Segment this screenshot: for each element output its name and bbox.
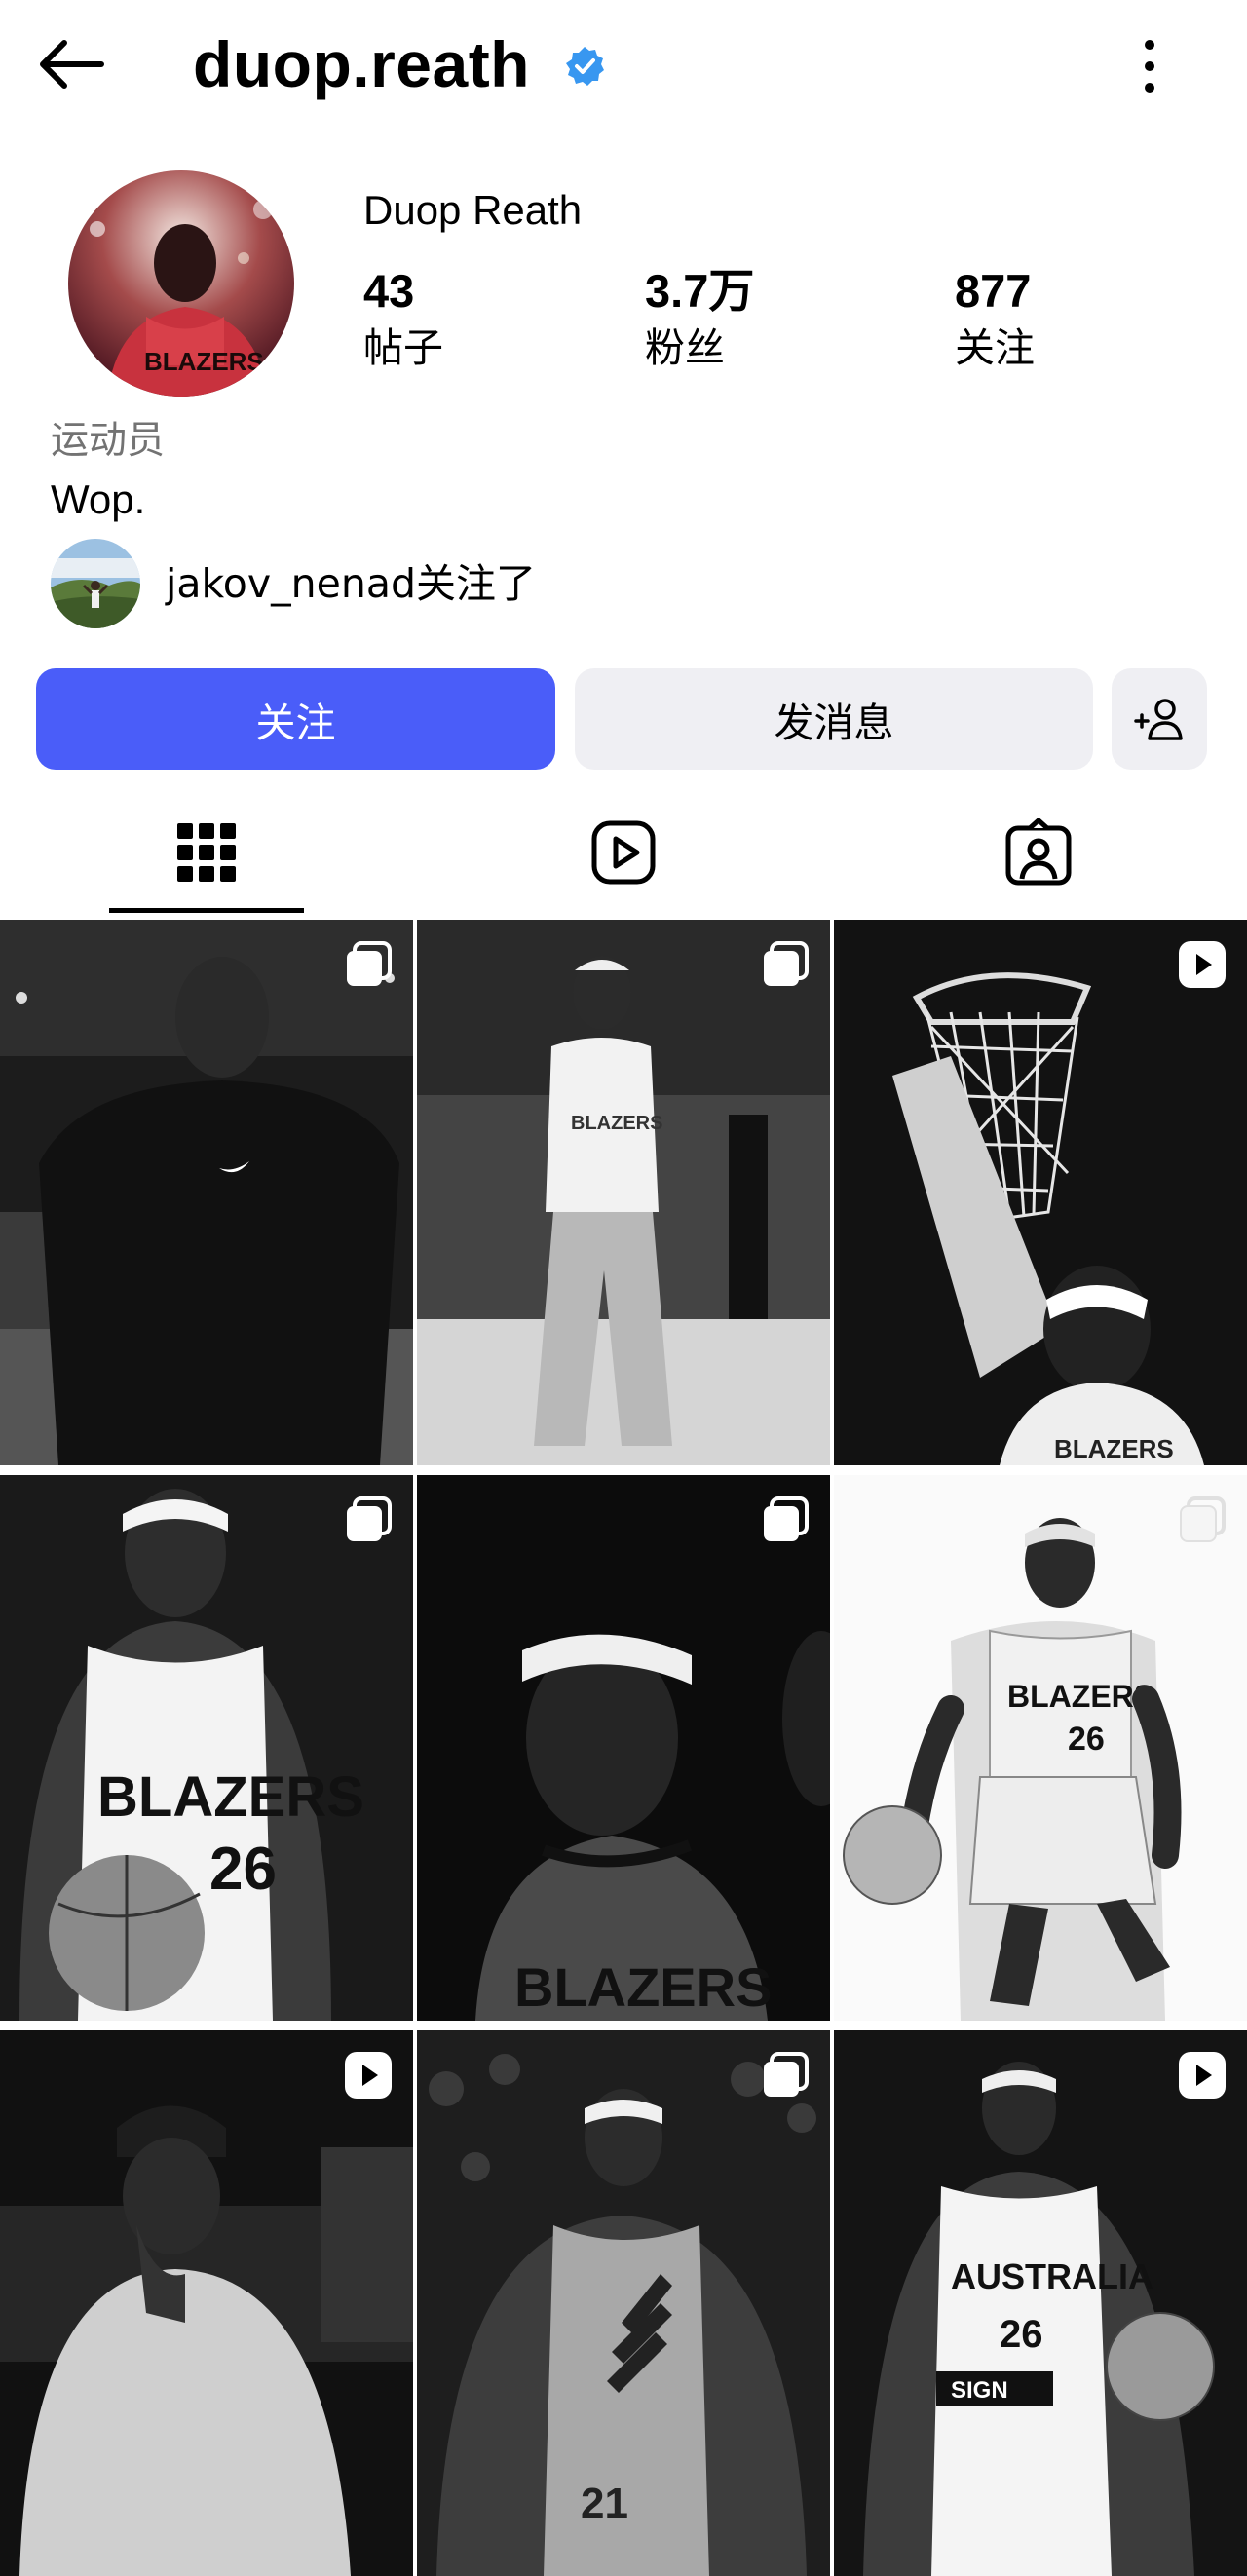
top-bar: duop.reath [0, 0, 1247, 132]
svg-text:BLAZERS: BLAZERS [97, 1765, 364, 1829]
svg-text:BLAZERS: BLAZERS [144, 347, 264, 376]
svg-text:BLAZERS: BLAZERS [514, 1956, 772, 2018]
stat-followers[interactable]: 3.7万 粉丝 [645, 263, 754, 374]
reels-icon [591, 820, 656, 885]
svg-text:21: 21 [581, 2480, 628, 2527]
svg-text:SIGN: SIGN [951, 2377, 1008, 2404]
post-tile[interactable] [0, 2030, 413, 2576]
reel-icon [1179, 941, 1226, 988]
post-tile[interactable]: BLAZERS 26 [0, 1475, 413, 2021]
message-button[interactable]: 发消息 [575, 668, 1093, 770]
profile-username: duop.reath [193, 28, 530, 100]
carousel-icon [347, 941, 392, 986]
svg-text:BLAZERS: BLAZERS [571, 1113, 662, 1134]
stat-followers-label: 粉丝 [645, 324, 725, 371]
suggest-people-button[interactable] [1112, 668, 1207, 770]
post-photo: 21 [417, 2030, 830, 2576]
post-tile[interactable]: BLAZERS 26 [834, 1475, 1247, 2021]
tagged-icon [1005, 818, 1072, 886]
tab-tagged[interactable] [941, 794, 1136, 911]
followed-by-row[interactable]: jakov_nenad关注了 [51, 539, 536, 628]
tab-posts-grid[interactable] [109, 794, 304, 911]
stat-posts-value: 43 [363, 265, 415, 317]
stat-posts[interactable]: 43 帖子 [363, 263, 443, 374]
post-tile[interactable]: BLAZERS [417, 1475, 830, 2021]
carousel-icon [764, 2052, 809, 2097]
post-tile[interactable] [0, 920, 413, 1465]
carousel-icon [764, 941, 809, 986]
profile-category: 运动员 [51, 419, 166, 463]
verified-badge-icon [566, 47, 604, 86]
svg-text:26: 26 [1068, 1721, 1105, 1758]
add-person-icon [1134, 699, 1183, 740]
post-photo: BLAZERS 26 [0, 1475, 413, 2021]
profile-full-name: Duop Reath [363, 187, 583, 233]
post-photo [0, 920, 413, 1465]
reel-icon [345, 2052, 392, 2099]
svg-text:AUSTRALIA: AUSTRALIA [951, 2256, 1153, 2296]
carousel-icon [347, 1496, 392, 1541]
post-photo: BLAZERS [417, 920, 830, 1465]
svg-text:26: 26 [1000, 2313, 1043, 2356]
profile-bio: Wop. [51, 476, 146, 522]
stat-following-label: 关注 [955, 324, 1035, 371]
stat-followers-value: 3.7万 [645, 265, 755, 317]
reel-icon [1179, 2052, 1226, 2099]
follower-avatar [51, 539, 140, 628]
tab-reels[interactable] [526, 794, 721, 911]
more-vertical-icon[interactable] [1128, 35, 1171, 97]
post-photo: BLAZERS 26 [834, 1475, 1247, 2021]
carousel-icon [764, 1496, 809, 1541]
follow-button[interactable]: 关注 [36, 668, 555, 770]
post-tile[interactable]: BLAZERS [834, 920, 1247, 1465]
post-tile[interactable]: AUSTRALIA 26 SIGN [834, 2030, 1247, 2576]
svg-text:BLAZERS: BLAZERS [1054, 1434, 1174, 1463]
post-tile[interactable]: BLAZERS [417, 920, 830, 1465]
stat-following-value: 877 [955, 265, 1032, 317]
carousel-icon [1180, 1496, 1226, 1542]
svg-text:26: 26 [209, 1836, 277, 1903]
post-photo: AUSTRALIA 26 SIGN [834, 2030, 1247, 2576]
post-photo: BLAZERS [417, 1475, 830, 2021]
post-tile[interactable]: 21 [417, 2030, 830, 2576]
stat-posts-label: 帖子 [363, 324, 443, 371]
grid-icon [177, 823, 236, 882]
profile-avatar[interactable]: BLAZERS [68, 170, 294, 397]
active-tab-indicator [109, 908, 304, 913]
post-photo: BLAZERS [834, 920, 1247, 1465]
arrow-left-icon[interactable] [35, 35, 105, 94]
stat-following[interactable]: 877 关注 [955, 263, 1035, 374]
followed-by-text: jakov_nenad关注了 [166, 560, 536, 607]
post-photo [0, 2030, 413, 2576]
